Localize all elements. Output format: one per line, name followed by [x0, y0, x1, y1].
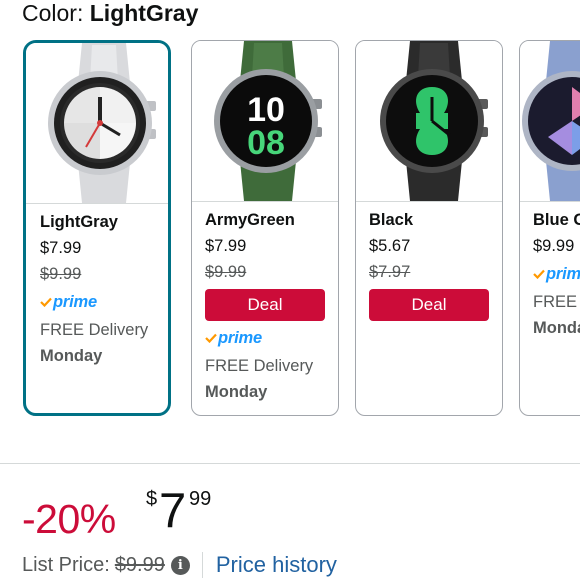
price-currency: $ [146, 488, 158, 510]
card-divider [520, 201, 580, 202]
prime-label: prim [546, 264, 580, 283]
watch-face-minute: 08 [247, 124, 285, 162]
price-block: -20% $ 7 99 [22, 484, 562, 544]
delivery-day: Monda [533, 319, 580, 337]
watch-black-icon [380, 41, 488, 201]
list-price-value: $9.99 [114, 553, 165, 576]
delivery-day: Monday [205, 383, 268, 401]
deal-badge: Deal [369, 289, 489, 321]
variant-name: Blue G [533, 211, 580, 229]
color-label: Color: [22, 0, 84, 26]
watch-armygreen-icon: 10 08 [214, 41, 322, 201]
price-fraction: 99 [189, 488, 212, 510]
watch-lightgray-icon [48, 43, 156, 203]
prime-label: prime [53, 292, 97, 311]
card-divider [192, 201, 338, 202]
list-price-label: List Price: [22, 553, 110, 576]
variant-price: $7.99 [205, 237, 247, 255]
variant-image-armygreen: 10 08 [192, 41, 338, 201]
variant-card-lightgray[interactable]: LightGray $7.99 $9.99 prime FREE Deliver… [23, 40, 171, 416]
variant-card-blue[interactable]: Blue G $9.99 prim FREE D Monda [519, 40, 580, 416]
deal-badge: Deal [205, 289, 325, 321]
variant-price: $5.67 [369, 237, 411, 255]
variant-name: ArmyGreen [205, 211, 295, 229]
delivery-text: FREE Delivery [40, 321, 149, 339]
price-whole: 7 [159, 484, 187, 538]
variant-list-price: $9.99 [205, 263, 247, 281]
watch-blue-icon [522, 41, 580, 201]
variant-name: LightGray [40, 213, 118, 231]
prime-badge: prime [205, 327, 328, 349]
card-divider [26, 203, 168, 204]
list-price-row: List Price: $9.99 i Price history [22, 552, 337, 578]
delivery-text: FREE D [533, 293, 580, 311]
prime-check-icon [533, 269, 545, 279]
prime-badge: prim [533, 263, 580, 285]
prime-badge: prime [40, 291, 158, 313]
separator [201, 552, 203, 578]
delivery-text: FREE Delivery [205, 357, 314, 375]
variant-card-black[interactable]: Black $5.67 $7.97 Deal [355, 40, 503, 416]
variant-image-blue [520, 41, 580, 201]
card-divider [356, 201, 502, 202]
section-divider [0, 463, 580, 464]
price-history-link[interactable]: Price history [216, 552, 337, 578]
variant-image-lightgray [26, 43, 168, 203]
discount-percent: -20% [22, 496, 116, 542]
info-icon[interactable]: i [170, 555, 190, 575]
variant-list-price: $9.99 [40, 265, 82, 283]
prime-check-icon [205, 333, 217, 343]
variant-price: $9.99 [533, 237, 575, 255]
variant-price: $7.99 [40, 239, 82, 257]
delivery-day: Monday [40, 347, 103, 365]
color-value: LightGray [89, 0, 199, 26]
selected-color-row: Color: LightGray [22, 0, 198, 26]
variant-name: Black [369, 211, 414, 229]
color-variant-carousel: LightGray $7.99 $9.99 prime FREE Deliver… [0, 38, 580, 423]
variant-image-black [356, 41, 502, 201]
variant-list-price: $7.97 [369, 263, 411, 281]
variant-card-armygreen[interactable]: 10 08 ArmyGreen $7.99 $9.99 Deal prime F… [191, 40, 339, 416]
prime-label: prime [218, 328, 262, 347]
prime-check-icon [40, 297, 52, 307]
